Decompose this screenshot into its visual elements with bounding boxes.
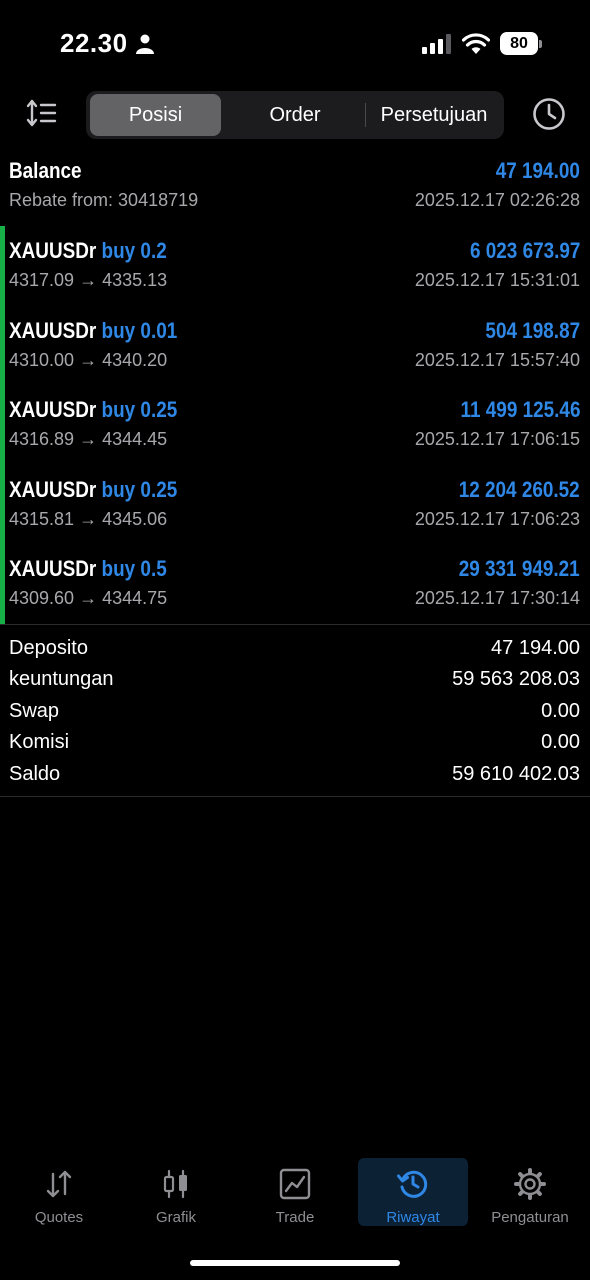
deal-time: 2025.12.17 17:06:23 [414, 509, 580, 529]
summary-label-komisi: Komisi [9, 731, 70, 753]
summary-divider [0, 796, 590, 797]
status-time: 22.30 [60, 28, 128, 58]
history-clock-icon[interactable] [532, 97, 566, 131]
deal-prices: 4310.00 → 4340.20 [9, 350, 168, 370]
tab-order[interactable]: Order [226, 94, 364, 136]
tab-grafik[interactable]: Grafik [121, 1158, 231, 1226]
summary-label-keuntungan: keuntungan [9, 668, 114, 690]
tab-label: Grafik [155, 1209, 196, 1226]
deal-time: 2025.12.17 15:31:01 [414, 270, 580, 290]
deal-action: buy 0.25 [101, 477, 178, 502]
deal-action: buy 0.25 [101, 397, 178, 422]
person-icon [136, 34, 154, 54]
history-icon [397, 1170, 428, 1198]
deal-prices: 4316.89 → 4344.45 [9, 429, 168, 449]
deal-time: 2025.12.17 15:57:40 [414, 350, 580, 370]
battery-level: 80 [500, 32, 538, 55]
tab-posisi[interactable]: Posisi [90, 94, 221, 136]
deal-profit: 29 331 949.21 [458, 556, 580, 581]
deal-profit: 504 198.87 [485, 318, 580, 343]
tab-trade[interactable]: Trade [240, 1158, 350, 1226]
summary-value-swap: 0.00 [541, 700, 580, 722]
deal-prices: 4317.09 → 4335.13 [9, 270, 168, 290]
deal-action: buy 0.01 [101, 318, 178, 343]
home-indicator [190, 1260, 400, 1266]
cellular-signal-icon [422, 34, 451, 54]
candlestick-chart-icon [163, 1169, 187, 1199]
deal-action: buy 0.2 [101, 238, 167, 263]
tab-label: Quotes [34, 1209, 84, 1226]
deal-row[interactable]: XAUUSDr buy 0.5 4309.60 → 4344.75 29 331… [0, 556, 590, 616]
balance-subtitle: Rebate from: 30418719 [9, 190, 199, 210]
balance-time: 2025.12.17 02:26:28 [414, 190, 580, 210]
segment-divider [365, 103, 366, 127]
tab-quotes[interactable]: Quotes [4, 1158, 114, 1226]
summary-label-saldo: Saldo [9, 763, 61, 785]
deal-action: buy 0.5 [101, 556, 167, 581]
tab-persetujuan[interactable]: Persetujuan [368, 94, 500, 136]
deal-profit: 6 023 673.97 [469, 238, 580, 263]
status-bar: 22.30 80 [0, 0, 590, 88]
deal-prices: 4315.81 → 4345.06 [9, 509, 168, 529]
trade-chart-icon [279, 1168, 311, 1200]
deal-prices: 4309.60 → 4344.75 [9, 588, 168, 608]
tab-pengaturan[interactable]: Pengaturan [475, 1158, 585, 1226]
deal-time: 2025.12.17 17:30:14 [414, 588, 580, 608]
deal-row[interactable]: XAUUSDr buy 0.01 4310.00 → 4340.20 504 1… [0, 318, 590, 378]
summary-label-swap: Swap [9, 700, 60, 722]
deal-symbol: XAUUSDr [9, 477, 97, 502]
balance-title: Balance [9, 158, 82, 183]
deal-row[interactable]: XAUUSDr buy 0.2 4317.09 → 4335.13 6 023 … [0, 238, 590, 298]
quotes-arrows-icon [46, 1170, 72, 1198]
gear-icon [514, 1168, 546, 1200]
deal-symbol: XAUUSDr [9, 397, 97, 422]
deal-profit: 11 499 125.46 [460, 397, 580, 422]
tab-label: Riwayat [386, 1209, 440, 1226]
tab-label: Trade [275, 1209, 315, 1226]
summary-value-keuntungan: 59 563 208.03 [452, 668, 580, 690]
segmented-control: Posisi Order Persetujuan [86, 91, 504, 139]
list-divider [0, 624, 590, 625]
deal-row[interactable]: XAUUSDr buy 0.25 4316.89 → 4344.45 11 49… [0, 397, 590, 457]
deal-symbol: XAUUSDr [9, 318, 97, 343]
deal-profit: 12 204 260.52 [458, 477, 580, 502]
deal-symbol: XAUUSDr [9, 238, 97, 263]
deal-row[interactable]: XAUUSDr buy 0.25 4315.81 → 4345.06 12 20… [0, 477, 590, 537]
wifi-icon [462, 33, 490, 54]
summary-value-deposito: 47 194.00 [491, 637, 580, 659]
deal-symbol: XAUUSDr [9, 556, 97, 581]
summary-value-komisi: 0.00 [541, 731, 580, 753]
deal-time: 2025.12.17 17:06:15 [414, 429, 580, 449]
tab-label: Pengaturan [491, 1209, 569, 1226]
tab-riwayat[interactable]: Riwayat [358, 1158, 468, 1226]
balance-amount: 47 194.00 [495, 158, 580, 183]
summary-value-saldo: 59 610 402.03 [452, 763, 580, 785]
summary-label-deposito: Deposito [9, 637, 88, 659]
sort-icon[interactable] [26, 98, 58, 128]
battery-icon: 80 [500, 32, 542, 55]
balance-row[interactable]: Balance Rebate from: 30418719 47 194.00 … [0, 158, 590, 218]
